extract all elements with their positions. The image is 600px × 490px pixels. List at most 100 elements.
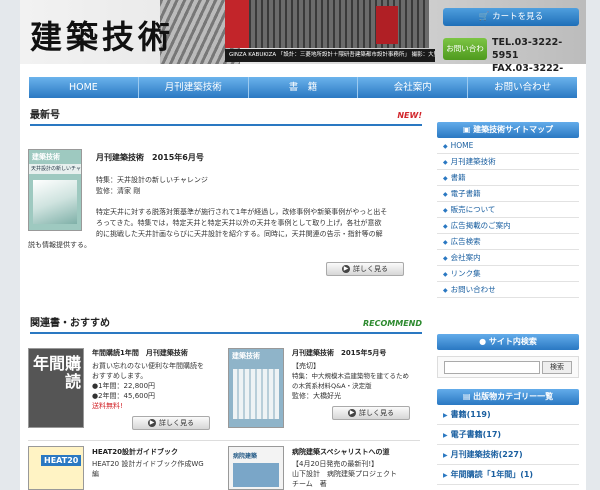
latest-title[interactable]: 月刊建築技術 2015年6月号 <box>96 152 204 163</box>
sitemap-item-ad-search[interactable]: ◆ 広告検索 <box>437 234 579 250</box>
cart-button[interactable]: 🛒 カートを見る <box>443 8 579 26</box>
nav-item-contact[interactable]: お問い合わせ <box>468 77 577 98</box>
sitemap-item-label: 書籍 <box>450 173 466 182</box>
category-item-annual[interactable]: ▶ 年間購読「1年間」(1) <box>437 465 579 485</box>
site-search-heading: ● サイト内検索 <box>437 334 579 350</box>
latest-more-label: 詳しく見る <box>353 265 388 273</box>
cart-icon: 🛒 <box>478 12 493 22</box>
sitemap-item-home[interactable]: ◆ HOME <box>437 138 579 154</box>
rec-item-1-line-5: 送料無料! <box>92 402 123 410</box>
category-item-books[interactable]: ▶ 書籍(119) <box>437 405 579 425</box>
arrow-right-icon: ▶ <box>342 265 350 273</box>
divider <box>28 440 420 441</box>
nav-item-monthly[interactable]: 月刊建築技術 <box>139 77 249 98</box>
rec-item-1-more-label: 詳しく見る <box>159 419 194 427</box>
bullet-icon: ◆ <box>443 255 448 262</box>
main-column: 最新号 NEW! <box>30 108 422 126</box>
category-item-ebooks[interactable]: ▶ 電子書籍(17) <box>437 425 579 445</box>
rec-item-4-title[interactable]: 病院建築スペシャリストへの道 <box>292 447 390 458</box>
latest-desc-4: 説も情報提供する。 <box>28 241 91 249</box>
heat20-cover[interactable]: HEAT20 <box>28 446 84 490</box>
hospital-book-cover[interactable]: 病院建築 <box>228 446 284 490</box>
banner-photo-lantern <box>376 6 398 44</box>
rec-item-2-line-4: 監修：大橋好光 <box>292 392 341 400</box>
category-item-label: 書籍(119) <box>450 410 491 419</box>
sitemap-item-books[interactable]: ◆ 書籍 <box>437 170 579 186</box>
bullet-icon: ◆ <box>443 159 448 166</box>
annual-subscription-cover[interactable]: 年間購読 <box>28 348 84 428</box>
sitemap-item-monthly[interactable]: ◆ 月刊建築技術 <box>437 154 579 170</box>
rec-item-2-more-button[interactable]: ▶ 詳しく見る <box>332 406 410 420</box>
bullet-icon: ◆ <box>443 239 448 246</box>
rec-item-2-title[interactable]: 月刊建築技術 2015年5月号 <box>292 348 386 359</box>
sitemap-item-contact[interactable]: ◆ お問い合わせ <box>437 282 579 298</box>
category-item-monthly[interactable]: ▶ 月刊建築技術(227) <box>437 445 579 465</box>
rec-item-3-title[interactable]: HEAT20設計ガイドブック <box>92 447 178 458</box>
recommend-badge: RECOMMEND <box>362 319 422 328</box>
recommend-heading-text: 関連書・おすすめ <box>30 318 110 329</box>
new-badge: NEW! <box>397 111 422 120</box>
sitemap-item-label: 販売について <box>450 205 496 214</box>
sitemap-item-label: 広告検索 <box>450 237 481 246</box>
arrow-right-icon: ▶ <box>443 452 448 459</box>
bullet-icon: ◆ <box>443 191 448 198</box>
sitemap-heading: ▣ 建築技術サイトマップ <box>437 122 579 138</box>
banner-credit: GINZA KABUKIZA 「設計：三菱地所設計＋隈研吾建築都市設計事務所」 … <box>225 49 435 62</box>
latest-more-button[interactable]: ▶ 詳しく見る <box>326 262 404 276</box>
page: 建築技術 GINZA KABUKIZA 「設計：三菱地所設計＋隈研吾建築都市設計… <box>20 0 586 490</box>
may-issue-cover[interactable]: 建築技術 <box>228 348 284 428</box>
rec-item-1-line-3: ●1年間：22,800円 <box>92 382 156 390</box>
rec-item-1-title[interactable]: 年間購読1年間 月刊建築技術 <box>92 348 188 359</box>
site-search-input[interactable] <box>444 361 540 374</box>
nav-item-books[interactable]: 書 籍 <box>249 77 359 98</box>
tel-number: TEL.03-3222-5951 <box>492 37 563 61</box>
sitemap-item-ads[interactable]: ◆ 広告掲載のご案内 <box>437 218 579 234</box>
latest-feature: 特集：天井設計の新しいチャレンジ <box>96 176 208 184</box>
list-icon: ▤ <box>462 392 474 401</box>
sitemap-item-label: 広告掲載のご案内 <box>450 221 511 230</box>
category-list: ▶ 書籍(119) ▶ 電子書籍(17) ▶ 月刊建築技術(227) ▶ 年間購読「1年… <box>437 405 579 485</box>
sitemap-item-label: 電子書籍 <box>450 189 481 198</box>
bullet-icon: ◆ <box>443 271 448 278</box>
sitemap-icon: ▣ <box>462 125 474 134</box>
category-heading-text: 出版物カテゴリー一覧 <box>473 392 554 401</box>
hospital-book-cover-text: 病院建築 <box>233 453 258 460</box>
sitemap-panel: ▣ 建築技術サイトマップ ◆ HOME ◆ 月刊建築技術 ◆ 書籍 ◆ 電子書籍 ◆ 販売… <box>437 122 579 298</box>
hospital-book-cover-photo <box>233 463 279 487</box>
sitemap-item-label: HOME <box>450 141 474 150</box>
site-search-box: 検索 <box>437 356 579 378</box>
category-panel: ▤ 出版物カテゴリー一覧 ▶ 書籍(119) ▶ 電子書籍(17) ▶ 月刊建築技術(… <box>437 389 579 485</box>
latest-desc-1: 特定天井に対する脱落対策基準が施行されて1年が経過し，改修事例や新築事例がやっと… <box>96 208 388 216</box>
sitemap-item-label: リンク集 <box>450 269 481 278</box>
nav-item-company[interactable]: 会社案内 <box>358 77 469 98</box>
site-search-panel: ● サイト内検索 <box>437 334 579 350</box>
rec-item-1-line-4: ●2年間：45,600円 <box>92 392 156 400</box>
latest-cover[interactable]: 建築技術 天井設計の新しいチャレンジ <box>28 149 82 231</box>
rec-item-1-more-button[interactable]: ▶ 詳しく見る <box>132 416 210 430</box>
sitemap-item-company[interactable]: ◆ 会社案内 <box>437 250 579 266</box>
latest-cover-title: 建築技術 <box>32 153 60 161</box>
sitemap-item-label: 月刊建築技術 <box>450 157 496 166</box>
recommend-heading: 関連書・おすすめ RECOMMEND <box>30 316 422 334</box>
banner-photo-red <box>225 0 249 48</box>
bullet-icon: ◆ <box>443 223 448 230</box>
site-search-heading-text: サイト内検索 <box>488 337 537 346</box>
sitemap-list: ◆ HOME ◆ 月刊建築技術 ◆ 書籍 ◆ 電子書籍 ◆ 販売について ◆ 広告掲載のご案… <box>437 138 579 298</box>
latest-cover-sub: 天井設計の新しいチャレンジ <box>29 164 81 174</box>
category-item-label: 月刊建築技術(227) <box>450 450 523 459</box>
sitemap-item-ebooks[interactable]: ◆ 電子書籍 <box>437 186 579 202</box>
rec-item-1-line-1: お買い忘れのない便利な年間購読を <box>92 362 204 370</box>
category-item-label: 年間購読「1年間」(1) <box>450 470 534 479</box>
site-search-button[interactable]: 検索 <box>542 361 572 374</box>
arrow-right-icon: ▶ <box>148 419 156 427</box>
site-logo[interactable]: 建築技術 <box>30 12 174 58</box>
inquiry-button[interactable]: お問い合わせ <box>443 38 487 75</box>
sitemap-heading-text: 建築技術サイトマップ <box>473 125 554 134</box>
nav-item-home[interactable]: HOME <box>29 77 139 98</box>
sitemap-item-sales[interactable]: ◆ 販売について <box>437 202 579 218</box>
rec-item-4-line-3: チーム 著 <box>292 480 327 488</box>
sitemap-item-links[interactable]: ◆ リンク集 <box>437 266 579 282</box>
rec-item-2-more-label: 詳しく見る <box>359 409 394 417</box>
latest-desc-3: 的に挑戦した天井計画ならびに天井設計を紹介する。同時に，天井関連の告示・指針等の… <box>96 230 383 238</box>
arrow-right-icon: ▶ <box>443 472 448 479</box>
